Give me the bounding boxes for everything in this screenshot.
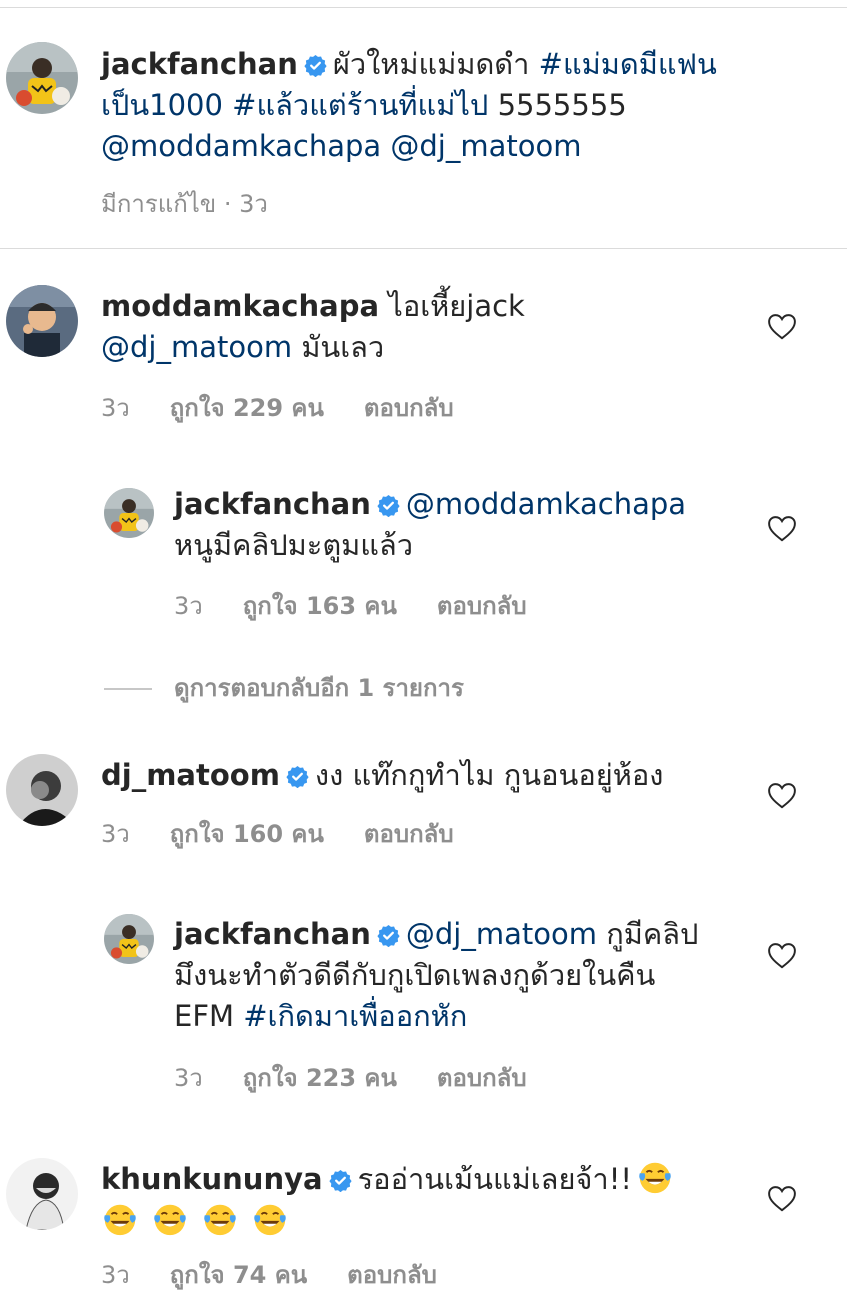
reply-button[interactable]: ตอบกลับ	[364, 820, 454, 848]
comment-text: khunkununya รออ่านเม้นแม่เลยจ้า!!	[101, 1158, 741, 1242]
comment-time: 3ว	[101, 394, 130, 422]
avatar-khunkununya[interactable]	[6, 1158, 78, 1230]
view-more-label: ดูการตอบกลับอีก 1 รายการ	[174, 674, 464, 702]
hashtag-link[interactable]: #เกิดมาเพื่ออกหัก	[243, 999, 467, 1033]
caption-text: jackfanchan ผัวใหม่แม่มดดำ #แม่มดมีแฟน เป…	[101, 44, 761, 167]
comment-username[interactable]: moddamkachapa	[101, 289, 379, 323]
view-more-line	[104, 688, 152, 690]
comment-username[interactable]: dj_matoom	[101, 758, 280, 792]
verified-icon	[328, 1169, 352, 1192]
laughing-tears-emoji	[251, 1200, 289, 1238]
reply-body: กูมีคลิป	[606, 917, 699, 951]
hashtag-link[interactable]: #แล้วแต่ร้านที่แม่ไป	[232, 88, 488, 122]
reply-meta: 3ว ถูกใจ 223 คน ตอบกลับ	[174, 1058, 567, 1097]
comment-body: มันเลว	[301, 330, 385, 364]
comment-likes[interactable]: ถูกใจ 229 คน	[170, 394, 324, 422]
verified-icon	[286, 765, 309, 788]
comment-username[interactable]: khunkununya	[101, 1162, 323, 1196]
heart-outline-icon[interactable]	[767, 313, 797, 340]
laughing-tears-emoji	[201, 1200, 239, 1238]
comment-time: 3ว	[101, 820, 130, 848]
caption-divider	[0, 248, 847, 249]
comment-text: moddamkachapa ไอเหี้ยjack @dj_matoom มัน…	[101, 286, 721, 368]
reply-time: 3ว	[174, 1064, 203, 1092]
laughing-tears-emoji	[151, 1200, 189, 1238]
mention-link[interactable]: @moddamkachapa	[406, 487, 686, 521]
caption-text-2: 5555555	[497, 88, 627, 122]
verified-icon	[377, 924, 400, 947]
heart-outline-icon[interactable]	[767, 782, 797, 809]
reply-time: 3ว	[174, 592, 203, 620]
laughing-tears-emoji	[101, 1200, 139, 1238]
reply-button[interactable]: ตอบกลับ	[437, 1064, 527, 1092]
mention-link[interactable]: @moddamkachapa	[101, 129, 381, 163]
comment-meta: 3ว ถูกใจ 160 คน ตอบกลับ	[101, 814, 494, 853]
reply-body: มึงนะทำตัวดีดีกับกูเปิดเพลงกูด้วยในคืน	[174, 958, 656, 992]
avatar-jackfanchan[interactable]	[104, 488, 154, 538]
avatar-dj-matoom[interactable]	[6, 754, 78, 826]
verified-icon	[377, 494, 400, 517]
heart-outline-icon[interactable]	[767, 942, 797, 969]
caption-username[interactable]: jackfanchan	[101, 47, 298, 81]
comment-time: 3ว	[101, 1261, 130, 1289]
comment-meta: 3ว ถูกใจ 229 คน ตอบกลับ	[101, 388, 494, 427]
reply-username[interactable]: jackfanchan	[174, 487, 371, 521]
reply-username[interactable]: jackfanchan	[174, 917, 371, 951]
comment-body: รออ่านเม้นแม่เลยจ้า!!	[357, 1162, 632, 1196]
verified-icon	[304, 54, 327, 77]
comment-likes[interactable]: ถูกใจ 160 คน	[170, 820, 324, 848]
heart-outline-icon[interactable]	[767, 515, 797, 542]
view-more-replies[interactable]: ดูการตอบกลับอีก 1 รายการ	[104, 668, 464, 707]
comment-text: dj_matoom งง แท๊กกูทำไม กูนอนอยู่ห้อง	[101, 755, 741, 796]
hashtag-link-cont[interactable]: เป็น1000	[101, 88, 223, 122]
reply-meta: 3ว ถูกใจ 163 คน ตอบกลับ	[174, 586, 567, 625]
hashtag-link[interactable]: #แม่มดมีแฟน	[539, 47, 717, 81]
avatar-jackfanchan[interactable]	[104, 914, 154, 964]
reply-body: EFM	[174, 999, 235, 1033]
mention-link[interactable]: @dj_matoom	[101, 330, 292, 364]
avatar-moddamkachapa[interactable]	[6, 285, 78, 357]
reply-button[interactable]: ตอบกลับ	[364, 394, 454, 422]
reply-likes[interactable]: ถูกใจ 223 คน	[243, 1064, 397, 1092]
reply-likes[interactable]: ถูกใจ 163 คน	[243, 592, 397, 620]
mention-link[interactable]: @dj_matoom	[390, 129, 581, 163]
caption-text-1: ผัวใหม่แม่มดดำ	[332, 47, 530, 81]
caption-meta: มีการแก้ไข · 3ว	[101, 190, 268, 218]
mention-link[interactable]: @dj_matoom	[406, 917, 597, 951]
reply-button[interactable]: ตอบกลับ	[347, 1261, 437, 1289]
reply-text: jackfanchan @moddamkachapa หนูมีคลิปมะตูม…	[174, 484, 744, 566]
comment-likes[interactable]: ถูกใจ 74 คน	[170, 1261, 307, 1289]
comment-body: งง แท๊กกูทำไม กูนอนอยู่ห้อง	[314, 758, 664, 792]
laughing-tears-emoji	[636, 1158, 674, 1196]
avatar-jackfanchan[interactable]	[6, 42, 78, 114]
heart-outline-icon[interactable]	[767, 1185, 797, 1212]
comment-body: ไอเหี้ยjack	[388, 289, 525, 323]
top-divider	[0, 7, 847, 8]
reply-text: jackfanchan @dj_matoom กูมีคลิป มึงนะทำตั…	[174, 914, 754, 1037]
reply-body: หนูมีคลิปมะตูมแล้ว	[174, 528, 414, 562]
reply-button[interactable]: ตอบกลับ	[437, 592, 527, 620]
comment-meta: 3ว ถูกใจ 74 คน ตอบกลับ	[101, 1255, 477, 1294]
